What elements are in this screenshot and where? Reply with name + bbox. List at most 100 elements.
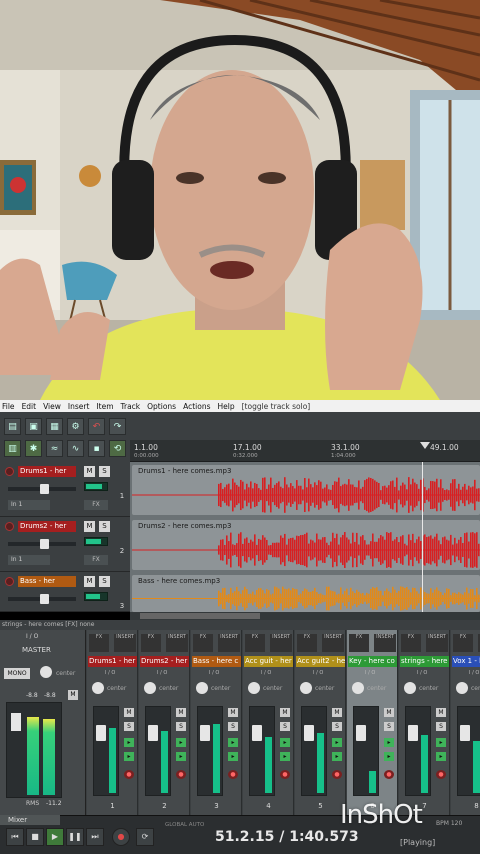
track-header-2[interactable]: Drums2 - her M S In 1 FX 2	[0, 517, 130, 572]
arrange-view[interactable]: Drums1 - here comes.mp3 Drums2 - here co…	[130, 462, 480, 612]
volume-fader[interactable]	[353, 706, 379, 796]
strip-route-icon[interactable]: ▸	[176, 752, 186, 761]
strip-mute-button[interactable]: M	[436, 708, 446, 717]
strip-insert-slot[interactable]: INSERT	[426, 634, 448, 652]
mixer-strip[interactable]: FX INSERT Acc guit2 - her I / O center M S ▸ ▸ ● 5	[295, 630, 346, 815]
strip-io[interactable]: I / O	[261, 670, 271, 676]
strip-name[interactable]: Drums2 - her	[140, 656, 189, 667]
strip-io[interactable]: I / O	[105, 670, 115, 676]
strip-route-icon[interactable]: ▸	[228, 752, 238, 761]
mixer-strip[interactable]: FX INSERT Key - here co I / Ocenter M S ▸ ▸ ● 6	[347, 630, 398, 815]
strip-mute-button[interactable]: M	[280, 708, 290, 717]
mono-button[interactable]: MONO	[4, 668, 30, 679]
strip-route-icon[interactable]: ▸	[384, 752, 394, 761]
strip-io[interactable]: I / O	[313, 670, 323, 676]
menu-track[interactable]: Track	[121, 402, 141, 411]
media-item[interactable]: Bass - here comes.mp3	[132, 575, 480, 612]
pan-knob[interactable]	[144, 682, 156, 694]
fader-cap[interactable]	[200, 725, 210, 741]
strip-record-arm-icon[interactable]: ●	[176, 770, 186, 779]
strip-name[interactable]: Vox 1 - her	[452, 656, 480, 667]
go-to-start-icon[interactable]: ⏮	[6, 828, 24, 846]
strip-io[interactable]: I / O	[365, 670, 375, 676]
record-arm-icon[interactable]	[5, 522, 14, 531]
grid-icon[interactable]: ▥	[4, 440, 21, 457]
volume-fader[interactable]	[301, 706, 327, 796]
scrollbar-thumb[interactable]	[140, 613, 260, 619]
volume-fader[interactable]	[93, 706, 119, 796]
volume-slider[interactable]	[8, 594, 76, 604]
strip-name[interactable]: Bass - here c	[192, 656, 241, 667]
menu-item[interactable]: Item	[96, 402, 113, 411]
pan-knob[interactable]	[196, 682, 208, 694]
pan-knob[interactable]	[352, 682, 364, 694]
strip-route-icon[interactable]: ▸	[332, 752, 342, 761]
strip-phase-icon[interactable]: ▸	[176, 738, 186, 747]
record-icon[interactable]: ●	[112, 828, 130, 846]
volume-fader[interactable]	[457, 706, 480, 796]
strip-mute-button[interactable]: M	[124, 708, 134, 717]
pan-knob[interactable]	[404, 682, 416, 694]
new-project-icon[interactable]: ▤	[4, 418, 21, 435]
menu-view[interactable]: View	[43, 402, 61, 411]
go-to-end-icon[interactable]: ⏭	[86, 828, 104, 846]
volume-fader[interactable]	[249, 706, 275, 796]
volume-fader[interactable]	[197, 706, 223, 796]
volume-knob[interactable]	[40, 484, 49, 494]
strip-fx-slot[interactable]: FX	[89, 634, 109, 652]
track-lane-2[interactable]: Drums2 - here comes.mp3	[130, 517, 480, 572]
strip-phase-icon[interactable]: ▸	[384, 738, 394, 747]
record-arm-icon[interactable]	[5, 577, 14, 586]
mixer-tab[interactable]: Mixer	[0, 815, 60, 825]
strip-name[interactable]: Key - here co	[348, 656, 397, 667]
stop-icon[interactable]: ■	[26, 828, 44, 846]
pan-knob[interactable]	[300, 682, 312, 694]
mixer-strip[interactable]: FX INSERT Bass - here c I / O center M S ▸ ▸ ● 3	[191, 630, 242, 815]
strip-io[interactable]: I / O	[157, 670, 167, 676]
fader-cap[interactable]	[304, 725, 314, 741]
strip-phase-icon[interactable]: ▸	[124, 738, 134, 747]
strip-solo-button[interactable]: S	[436, 722, 446, 731]
strip-route-icon[interactable]: ▸	[436, 752, 446, 761]
solo-button[interactable]: S	[99, 576, 110, 587]
pan-knob[interactable]	[92, 682, 104, 694]
strip-fx-slot[interactable]: FX	[297, 634, 317, 652]
strip-mute-button[interactable]: M	[332, 708, 342, 717]
fader-cap[interactable]	[148, 725, 158, 741]
mixer-strip[interactable]: FX INSERT Drums1 - her I / O center M S ▸ ▸ ● 1	[87, 630, 138, 815]
solo-button[interactable]: S	[99, 521, 110, 532]
menu-options[interactable]: Options	[147, 402, 176, 411]
master-mute-button[interactable]: M	[68, 690, 78, 700]
save-project-icon[interactable]: ▦	[46, 418, 63, 435]
strip-mute-button[interactable]: M	[176, 708, 186, 717]
track-name[interactable]: Drums1 - her	[18, 466, 76, 477]
open-project-icon[interactable]: ▣	[25, 418, 42, 435]
strip-fx-slot[interactable]: FX	[141, 634, 161, 652]
volume-slider[interactable]	[8, 484, 76, 494]
strip-insert-slot[interactable]: INSERT	[166, 634, 188, 652]
strip-solo-button[interactable]: S	[124, 722, 134, 731]
timeline-ruler[interactable]: 1.1.00 0:00.000 17.1.00 0:32.000 33.1.00…	[130, 440, 480, 462]
track-name[interactable]: Drums2 - her	[18, 521, 76, 532]
pan-knob[interactable]	[456, 682, 468, 694]
repeat-icon[interactable]: ⟳	[136, 828, 154, 846]
strip-solo-button[interactable]: S	[384, 722, 394, 731]
strip-solo-button[interactable]: S	[228, 722, 238, 731]
strip-name[interactable]: strings - here	[400, 656, 449, 667]
pause-icon[interactable]: ❚❚	[66, 828, 84, 846]
fader-cap[interactable]	[96, 725, 106, 741]
track-name[interactable]: Bass - her	[18, 576, 76, 587]
strip-insert-slot[interactable]: INSERT	[270, 634, 292, 652]
strip-record-arm-icon[interactable]: ●	[228, 770, 238, 779]
input-select[interactable]: In 1	[8, 555, 50, 565]
project-settings-icon[interactable]: ⚙	[67, 418, 84, 435]
strip-record-arm-icon[interactable]: ●	[384, 770, 394, 779]
volume-fader[interactable]	[145, 706, 171, 796]
fader-cap[interactable]	[252, 725, 262, 741]
fader-cap[interactable]	[356, 725, 366, 741]
fx-button[interactable]: FX	[84, 555, 108, 565]
strip-io[interactable]: I / O	[209, 670, 219, 676]
strip-record-arm-icon[interactable]: ●	[332, 770, 342, 779]
undo-icon[interactable]: ↶	[88, 418, 105, 435]
media-item[interactable]: Drums1 - here comes.mp3	[132, 465, 480, 515]
